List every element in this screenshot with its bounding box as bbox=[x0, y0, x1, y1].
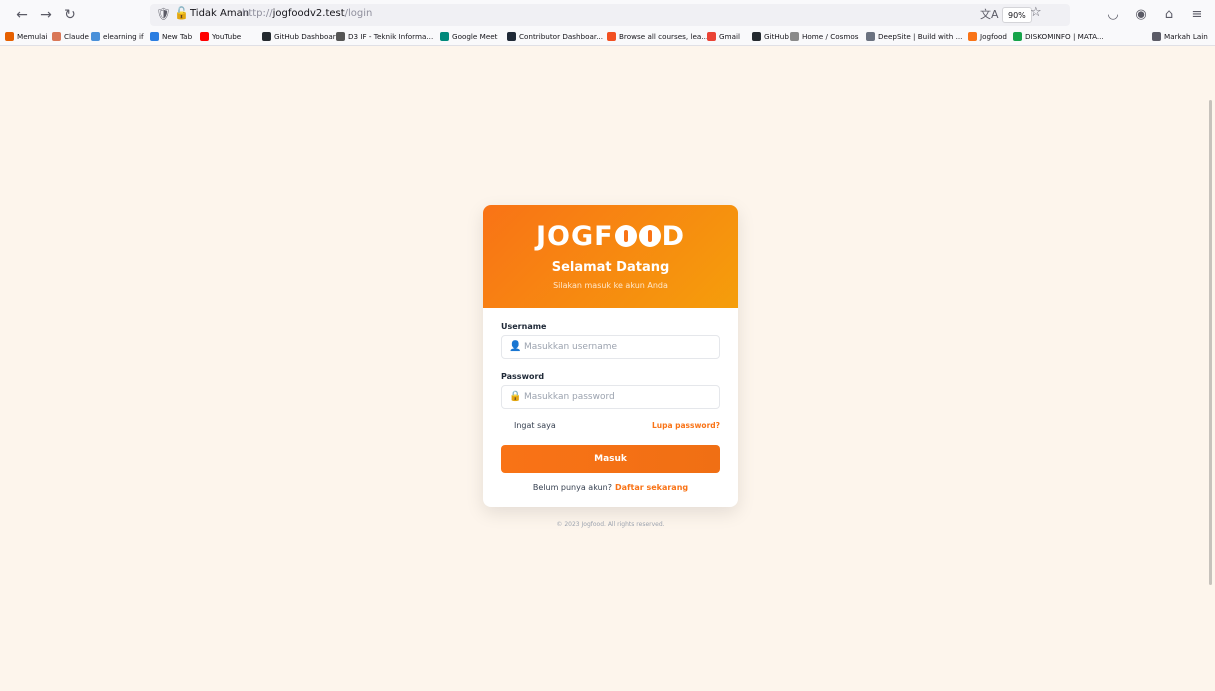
extensions-icon[interactable]: ⌂ bbox=[1161, 5, 1177, 25]
bookmark-item[interactable]: Claude bbox=[52, 32, 89, 41]
login-card-header: JOGF D Selamat Datang Silakan masuk ke ak… bbox=[483, 205, 738, 308]
tracking-shield-icon[interactable]: 🛡 bbox=[156, 7, 171, 21]
bookmark-favicon-icon bbox=[752, 32, 761, 41]
bookmark-favicon-icon bbox=[440, 32, 449, 41]
bookmark-favicon-icon bbox=[336, 32, 345, 41]
bookmark-item[interactable]: GitHub Dashboard bbox=[262, 32, 340, 41]
browser-toolbar: ← → ↻ 🛡 🔓 Tidak Aman http://jogfoodv2.te… bbox=[0, 0, 1215, 30]
register-link[interactable]: Daftar sekarang bbox=[615, 483, 688, 492]
bookmark-favicon-icon bbox=[790, 32, 799, 41]
page-scrollbar[interactable] bbox=[1209, 100, 1212, 585]
register-prompt: Belum punya akun? Daftar sekarang bbox=[532, 483, 689, 492]
username-input[interactable] bbox=[524, 339, 714, 355]
bookmark-item[interactable]: elearning if bbox=[91, 32, 144, 41]
forgot-password-link[interactable]: Lupa password? bbox=[652, 421, 720, 430]
translate-icon[interactable]: 文A bbox=[980, 6, 999, 22]
bookmark-item[interactable]: D3 IF - Teknik Informa... bbox=[336, 32, 433, 41]
account-icon[interactable]: ◉ bbox=[1133, 5, 1149, 25]
bookmark-favicon-icon bbox=[968, 32, 977, 41]
back-icon[interactable]: ← bbox=[12, 5, 32, 25]
username-field-wrapper[interactable]: 👤 bbox=[501, 335, 720, 359]
bookmark-item[interactable]: New Tab bbox=[150, 32, 192, 41]
password-input[interactable] bbox=[524, 389, 714, 405]
bookmark-favicon-icon bbox=[707, 32, 716, 41]
reload-icon[interactable]: ↻ bbox=[60, 5, 80, 25]
bookmark-favicon-icon bbox=[5, 32, 14, 41]
bookmark-favicon-icon bbox=[150, 32, 159, 41]
bookmark-favicon-icon bbox=[52, 32, 61, 41]
bookmark-item[interactable]: Memulai bbox=[5, 32, 48, 41]
bookmark-favicon-icon bbox=[200, 32, 209, 41]
welcome-title: Selamat Datang bbox=[551, 260, 670, 275]
menu-icon[interactable]: ≡ bbox=[1189, 5, 1205, 25]
password-field-wrapper[interactable]: 🔒 bbox=[501, 385, 720, 409]
bookmark-favicon-icon bbox=[507, 32, 516, 41]
zoom-level[interactable]: 90% bbox=[1002, 7, 1032, 23]
url-text[interactable]: http://jogfoodv2.test/login bbox=[242, 8, 372, 19]
login-button[interactable]: Masuk bbox=[501, 445, 720, 473]
security-label[interactable]: Tidak Aman bbox=[190, 8, 249, 19]
folder-icon bbox=[1152, 32, 1161, 41]
username-label: Username bbox=[501, 322, 547, 331]
login-card: JOGF D Selamat Datang Silakan masuk ke ak… bbox=[483, 205, 738, 507]
lock-icon: 🔒 bbox=[509, 391, 522, 402]
fork-icon bbox=[614, 225, 637, 247]
bookmarks-bar: Memulai Claude elearning if New Tab YouT… bbox=[0, 30, 1215, 46]
bookmark-favicon-icon bbox=[866, 32, 875, 41]
address-bar[interactable]: 🛡 🔓 Tidak Aman http://jogfoodv2.test/log… bbox=[150, 4, 1070, 26]
other-bookmarks-folder[interactable]: Markah Lain bbox=[1152, 32, 1208, 41]
remember-me-label[interactable]: Ingat saya bbox=[514, 421, 556, 430]
bookmark-item[interactable]: Contributor Dashboar... bbox=[507, 32, 603, 41]
jogfood-logo: JOGF D bbox=[535, 221, 686, 252]
bookmark-favicon-icon bbox=[1013, 32, 1022, 41]
bookmark-item[interactable]: Gmail bbox=[707, 32, 740, 41]
bookmark-item[interactable]: Browse all courses, lea... bbox=[607, 32, 708, 41]
bookmark-item[interactable]: Home / Cosmos bbox=[790, 32, 859, 41]
pocket-icon[interactable]: ◡ bbox=[1105, 5, 1121, 25]
welcome-subtitle: Silakan masuk ke akun Anda bbox=[553, 281, 668, 290]
spoon-icon bbox=[638, 225, 661, 247]
user-icon: 👤 bbox=[509, 341, 522, 352]
page-footer: © 2023 Jogfood. All rights reserved. bbox=[556, 521, 665, 528]
bookmark-item[interactable]: GitHub bbox=[752, 32, 789, 41]
bookmark-star-icon[interactable]: ☆ bbox=[1030, 5, 1042, 20]
forward-icon[interactable]: → bbox=[36, 5, 56, 25]
bookmark-item[interactable]: Google Meet bbox=[440, 32, 498, 41]
bookmark-item[interactable]: Jogfood bbox=[968, 32, 1007, 41]
insecure-lock-icon[interactable]: 🔓 bbox=[174, 6, 189, 20]
bookmark-item[interactable]: DeepSite | Build with ... bbox=[866, 32, 962, 41]
bookmark-favicon-icon bbox=[607, 32, 616, 41]
bookmark-item[interactable]: DISKOMINFO | MATA... bbox=[1013, 32, 1104, 41]
password-label: Password bbox=[501, 372, 545, 381]
bookmark-favicon-icon bbox=[91, 32, 100, 41]
bookmark-item[interactable]: YouTube bbox=[200, 32, 241, 41]
bookmark-favicon-icon bbox=[262, 32, 271, 41]
